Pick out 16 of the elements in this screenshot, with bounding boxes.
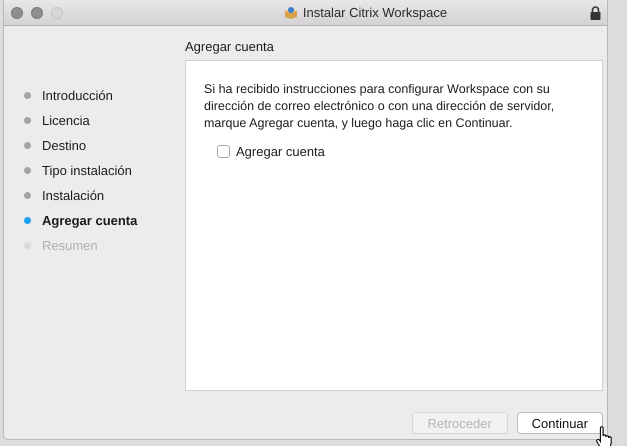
- step-label: Introducción: [42, 88, 113, 103]
- window-title: Instalar Citrix Workspace: [302, 5, 448, 20]
- page-heading: Agregar cuenta: [185, 39, 275, 56]
- instruction-text: Si ha recibido instrucciones para configurar Workspace con su dirección de correo electrónico o con una dirección de servidor, marque Agregar cuenta, y luego haga clic en Continuar.: [204, 81, 556, 132]
- package-icon: [284, 6, 298, 20]
- add-account-checkbox[interactable]: Agregar cuenta: [217, 144, 325, 159]
- step-label: Tipo instalación: [42, 163, 132, 178]
- step-label: Licencia: [42, 113, 90, 128]
- step-label: Destino: [42, 138, 86, 153]
- step-label: Instalación: [42, 188, 104, 203]
- close-button[interactable]: [11, 6, 23, 18]
- step-label: Resumen: [42, 238, 98, 253]
- continue-button[interactable]: Continuar: [516, 412, 603, 434]
- step-label: Agregar cuenta: [42, 213, 138, 228]
- hand-cursor-icon: [595, 426, 613, 446]
- minimize-button[interactable]: [31, 6, 43, 18]
